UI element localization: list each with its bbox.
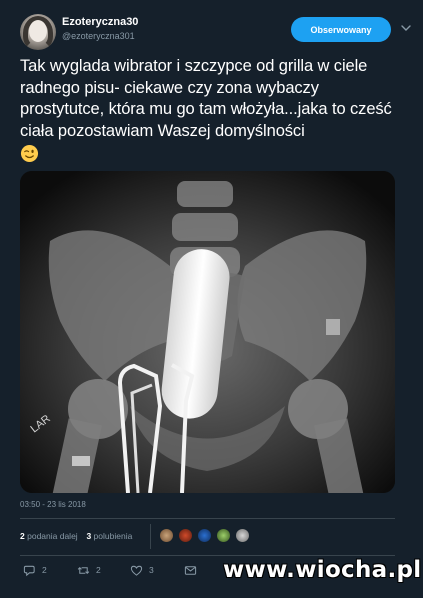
liker-avatars[interactable] — [159, 528, 259, 544]
tweet-stats: 2 podania dalej 3 polubienia — [20, 531, 132, 541]
more-chevron-icon[interactable] — [400, 22, 412, 34]
tweet-text: Tak wyglada wibrator i szczypce od grill… — [20, 57, 392, 140]
like-heart-icon — [130, 565, 143, 576]
reply-icon — [23, 565, 35, 576]
reply-count: 2 — [42, 565, 47, 575]
liker-avatar[interactable] — [159, 528, 174, 543]
likes-label[interactable]: polubienia — [94, 531, 133, 541]
user-handle[interactable]: @ezoteryczna301 — [62, 31, 135, 41]
retweet-action[interactable]: 2 — [77, 563, 101, 577]
direct-message-icon — [184, 565, 197, 575]
divider — [20, 555, 395, 556]
direct-message-action[interactable] — [184, 563, 203, 577]
site-watermark: www.wiocha.pl — [223, 557, 422, 583]
tweet-header: Ezoteryczna30 @ezoteryczna301 Obserwowan… — [20, 14, 412, 50]
retweet-count: 2 — [96, 565, 101, 575]
reply-action[interactable]: 2 — [23, 563, 47, 577]
avatar[interactable] — [20, 14, 56, 50]
stats-divider — [150, 524, 151, 549]
like-action[interactable]: 3 — [130, 563, 154, 577]
like-count: 3 — [149, 565, 154, 575]
divider — [20, 518, 395, 519]
liker-avatar[interactable] — [235, 528, 250, 543]
tweet-timestamp[interactable]: 03:50 - 23 lis 2018 — [20, 500, 86, 509]
user-name[interactable]: Ezoteryczna30 — [62, 16, 138, 28]
wink-emoji-icon — [20, 144, 39, 163]
tweet-image-xray[interactable]: LAR — [20, 171, 395, 493]
liker-avatar[interactable] — [178, 528, 193, 543]
liker-avatar[interactable] — [197, 528, 212, 543]
retweets-label[interactable]: podania dalej — [27, 531, 78, 541]
likes-count[interactable]: 3 — [86, 531, 91, 541]
liker-avatar[interactable] — [216, 528, 231, 543]
following-button[interactable]: Obserwowany — [291, 17, 391, 42]
retweet-icon — [77, 566, 90, 574]
tweet-card: Ezoteryczna30 @ezoteryczna301 Obserwowan… — [0, 0, 423, 598]
retweets-count[interactable]: 2 — [20, 531, 25, 541]
